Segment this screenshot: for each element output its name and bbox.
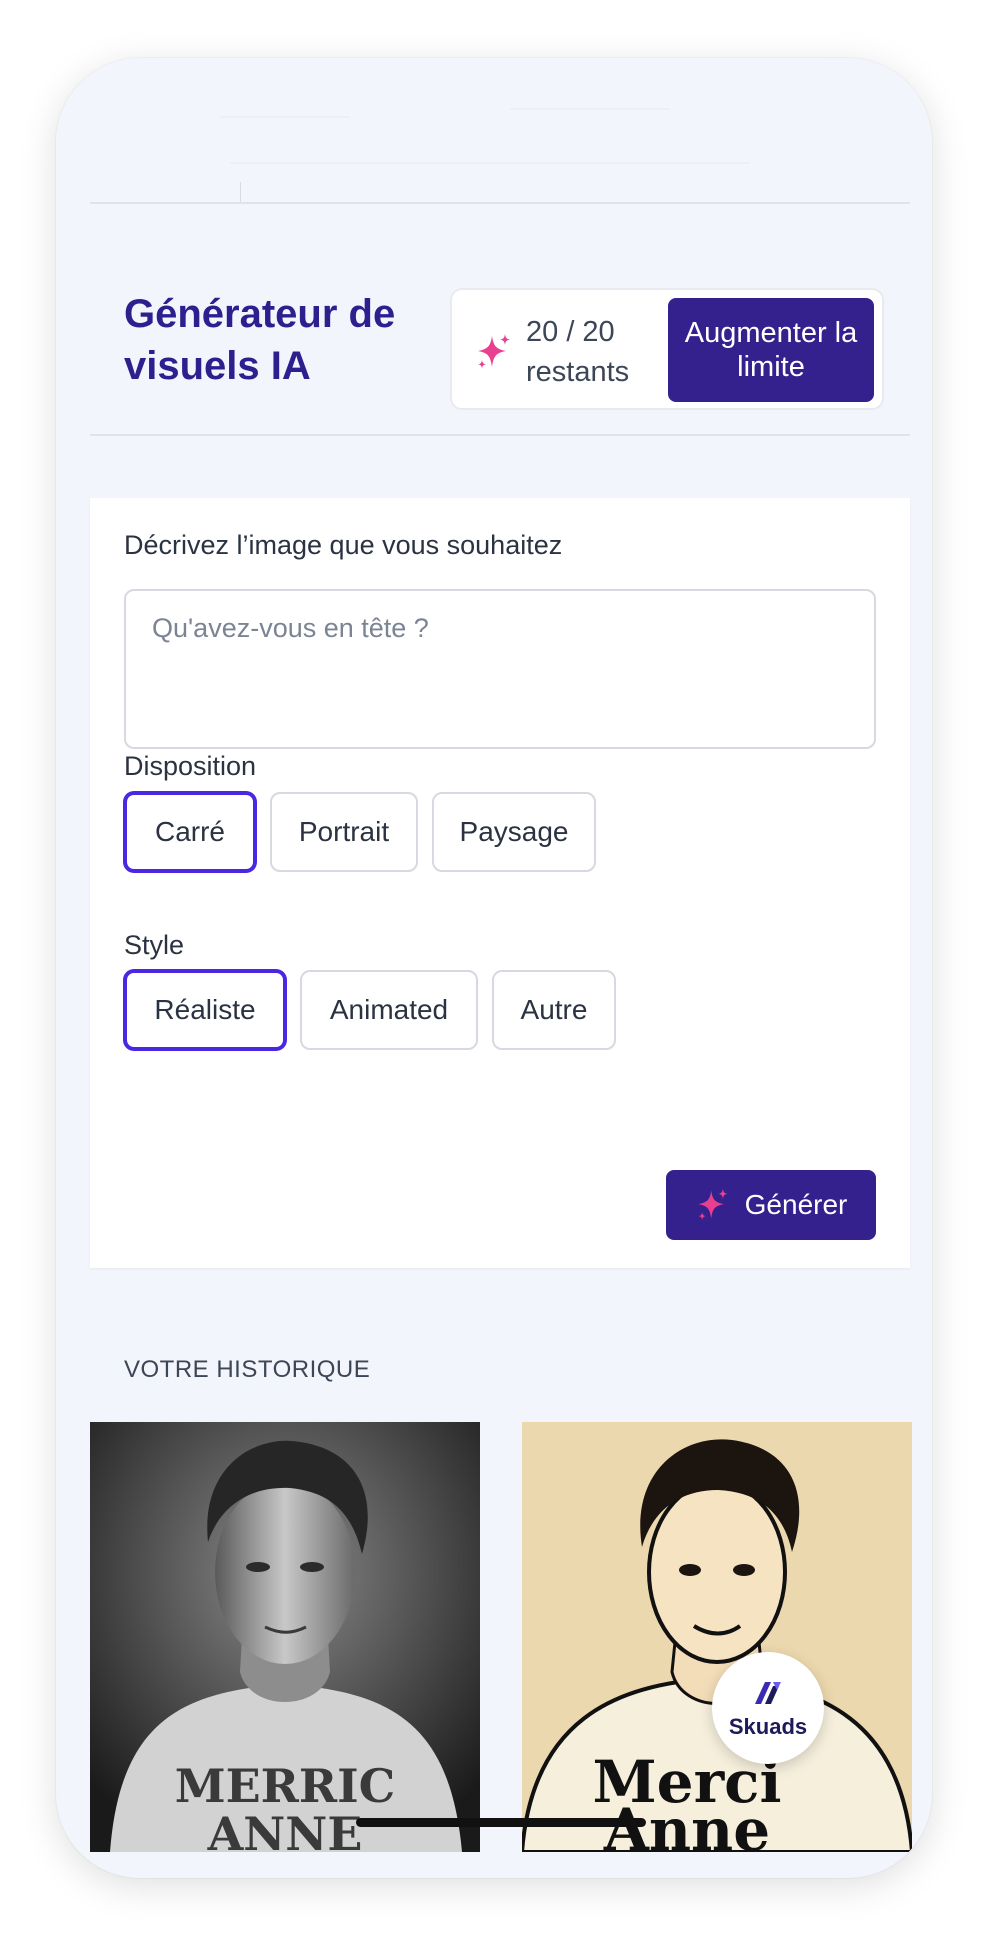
layout-option-paysage[interactable]: Paysage xyxy=(432,792,596,872)
history-title: VOTRE HISTORIQUE xyxy=(124,1356,371,1383)
sparkle-icon xyxy=(698,1188,728,1220)
prompt-label: Décrivez l’image que vous souhaitez xyxy=(124,530,563,560)
quota-card: 20 / 20 restants Augmenter la limite xyxy=(450,288,884,410)
layout-options: Carré Portrait Paysage xyxy=(124,792,596,872)
page-title: Générateur de visuels IA xyxy=(124,292,396,388)
skuads-logo-icon xyxy=(755,1682,781,1704)
generator-form: Décrivez l’image que vous souhaitez Disp… xyxy=(90,498,910,1268)
shirt-text-line-1: MERRIC xyxy=(175,1759,396,1813)
history-image[interactable]: MERRIC ANNE xyxy=(90,1422,480,1852)
upgrade-limit-button[interactable]: Augmenter la limite xyxy=(668,298,874,402)
style-option-realiste[interactable]: Réaliste xyxy=(124,970,286,1050)
layout-label: Disposition xyxy=(124,751,257,781)
page-header: Générateur de visuels IA 20 / 20 restant… xyxy=(90,204,910,436)
top-nav-area xyxy=(90,58,910,204)
brand-name: Skuads xyxy=(728,1714,808,1739)
home-indicator xyxy=(356,1818,646,1827)
style-option-autre[interactable]: Autre xyxy=(492,970,616,1050)
skuads-badge[interactable]: Skuads xyxy=(712,1652,824,1764)
style-label: Style xyxy=(124,930,185,960)
layout-option-carre[interactable]: Carré xyxy=(124,792,256,872)
shirt-text-line-2: ANNE xyxy=(207,1807,363,1852)
portrait-illustrated-image: Merci Anne xyxy=(522,1422,912,1852)
generate-button[interactable]: Générer xyxy=(666,1170,876,1240)
prompt-input[interactable] xyxy=(124,589,876,749)
layout-option-portrait[interactable]: Portrait xyxy=(270,792,418,872)
phone-frame: Générateur de visuels IA 20 / 20 restant… xyxy=(56,58,932,1878)
sparkle-icon xyxy=(478,334,510,369)
portrait-realistic-image: MERRIC ANNE xyxy=(90,1422,480,1852)
style-options: Réaliste Animated Autre xyxy=(124,970,616,1050)
history-image[interactable]: Merci Anne xyxy=(522,1422,912,1852)
quota-text: 20 / 20 restants xyxy=(526,312,629,392)
quota-label: restants xyxy=(526,356,630,388)
quota-count: 20 / 20 xyxy=(526,316,615,348)
style-option-animated[interactable]: Animated xyxy=(300,970,478,1050)
generate-label: Générer xyxy=(744,1189,848,1220)
